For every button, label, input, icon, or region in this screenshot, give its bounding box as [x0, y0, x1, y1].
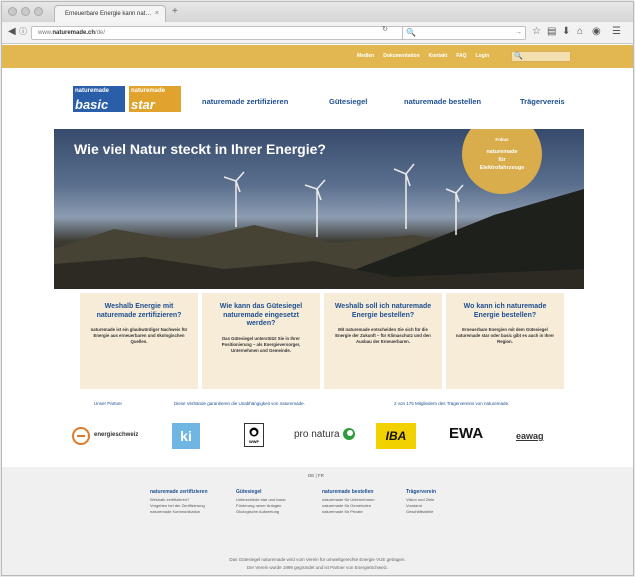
footer-column-guetesiegel: Gütesiegel Unterschiede star und basic F…	[236, 489, 316, 515]
site-search-input[interactable]: 🔍	[511, 51, 571, 62]
tab-strip: Erneuerbare Energie kann nat… × +	[2, 2, 633, 22]
nav-zertifizieren[interactable]: naturemade zertifizieren	[202, 97, 288, 106]
new-tab-button[interactable]: +	[172, 6, 178, 17]
tab-title: Erneuerbare Energie kann nat…	[65, 11, 152, 17]
minimize-window-icon[interactable]	[21, 7, 30, 16]
teaser-card-guetesiegel[interactable]: Wie kann das Gütesiegel naturemade einge…	[202, 293, 320, 389]
footer-column-bestellen: naturemade bestellen naturemade für Unte…	[322, 489, 402, 515]
search-bar[interactable]: 🔍 →	[402, 26, 526, 40]
footer-heading[interactable]: Trägerverein	[406, 489, 486, 495]
footer-heading[interactable]: naturemade bestellen	[322, 489, 402, 495]
nav-traegerverein[interactable]: Trägervereis	[520, 97, 565, 106]
download-icon[interactable]: ⬇	[562, 26, 570, 37]
focus-line-2: für	[498, 157, 506, 163]
partner-label: Unser Partner	[94, 401, 123, 406]
teaser-title: Wie kann das Gütesiegel naturemade einge…	[219, 303, 303, 327]
energieschweiz-text: energieschweiz	[94, 432, 139, 438]
link-dokumentation[interactable]: Dokumentation	[383, 53, 419, 59]
language-switcher[interactable]: DE | FR	[308, 473, 324, 478]
teaser-card-bestellen[interactable]: Weshalb soll ich naturemade Energie best…	[324, 293, 442, 389]
energieschweiz-mark-icon	[72, 427, 90, 445]
link-login[interactable]: Login	[476, 53, 490, 59]
back-icon[interactable]: ◀	[8, 27, 16, 37]
teaser-text: Mit naturemade entscheiden Sie sich für …	[335, 327, 431, 344]
teaser-card-zertifizieren[interactable]: Weshalb Energie mit naturemade zertifizi…	[80, 293, 198, 389]
footer-column-zertifizieren: naturemade zertifizieren Weshalb zertifi…	[150, 489, 230, 515]
focus-line-1: naturemade	[486, 149, 518, 155]
teaser-title: Weshalb Energie mit naturemade zertifizi…	[96, 303, 182, 319]
search-go-icon[interactable]: →	[515, 29, 522, 36]
link-kontakt[interactable]: Kontakt	[429, 53, 448, 59]
web-page: Medien Dokumentation Kontakt FAQ Login 🔍…	[2, 45, 633, 575]
bookmarks-icon[interactable]: ▤	[547, 26, 556, 37]
browser-window: Erneuerbare Energie kann nat… × + ◀ ⓘ ww…	[1, 1, 634, 576]
reload-icon[interactable]: ↻	[382, 25, 388, 33]
hero-title: Wie viel Natur steckt in Ihrer Energie?	[74, 141, 326, 157]
footer-column-traegerverein: Trägerverein Vision und Ziele Vorstand G…	[406, 489, 486, 515]
search-icon: 🔍	[514, 53, 523, 60]
top-utility-bar: Medien Dokumentation Kontakt FAQ Login 🔍	[2, 45, 633, 68]
pronatura-mark-icon	[343, 428, 355, 440]
nav-bestellen[interactable]: naturemade bestellen	[404, 97, 481, 106]
footer-note-1: Das Gütesiegel naturemade wird vom Verei…	[229, 557, 406, 562]
partner-logo-wwf[interactable]: WWF	[244, 423, 264, 447]
logo-star-small: naturemade	[131, 88, 166, 94]
nav-guetesiegel[interactable]: Gütesiegel	[329, 97, 367, 106]
focus-kicker: Fokus	[495, 137, 509, 142]
wwf-text: WWF	[249, 439, 259, 444]
partner-logo-iba[interactable]: IBA	[376, 423, 416, 449]
home-icon[interactable]: ⌂	[577, 26, 583, 37]
logo-basic-small: naturemade	[75, 88, 110, 94]
partner-logo-pronatura[interactable]: pro natura	[294, 428, 355, 440]
panda-icon	[249, 427, 259, 437]
teaser-text: naturemade ist ein glaubwürdiger Nachwei…	[90, 327, 188, 344]
footer-link[interactable]: Geschäftsstelle	[406, 509, 486, 515]
partner-logo-ki[interactable]: ki	[172, 423, 200, 449]
logo-basic-big: basic	[75, 97, 109, 112]
footer-heading[interactable]: Gütesiegel	[236, 489, 316, 495]
footer-heading[interactable]: naturemade zertifizieren	[150, 489, 230, 495]
partner-logo-energieschweiz[interactable]: energieschweiz	[72, 425, 144, 447]
link-medien[interactable]: Medien	[357, 53, 374, 59]
sync-icon[interactable]: ◉	[592, 26, 601, 37]
url-prefix: www.	[38, 30, 53, 36]
logo-star[interactable]: naturemade star	[128, 85, 182, 113]
pronatura-text: pro natura	[294, 429, 340, 440]
logo-basic[interactable]: naturemade basic	[72, 85, 126, 113]
utility-links: Medien Dokumentation Kontakt FAQ Login	[357, 53, 489, 59]
star-bookmark-icon[interactable]: ☆	[532, 26, 541, 37]
site-footer: DE | FR naturemade zertifizieren Weshalb…	[2, 467, 633, 575]
hero-banner: Wie viel Natur steckt in Ihrer Energie? …	[54, 129, 584, 289]
zoom-window-icon[interactable]	[34, 7, 43, 16]
navigation-bar: ◀ ⓘ www.naturemade.ch/de/ ↻ 🔍 → ☆ ▤ ⬇ ⌂ …	[2, 22, 633, 44]
teaser-title: Wo kann ich naturemade Energie bestellen…	[463, 303, 547, 319]
url-path: /de/	[95, 30, 106, 36]
teaser-text: Erneuerbare Energien mit dem Gütesiegel …	[455, 327, 555, 344]
members-label: 2 von 175 Mitgliedern des Trägervereins …	[394, 401, 510, 406]
logo-star-big: star	[131, 97, 155, 112]
footer-link[interactable]: naturemade für Private	[322, 509, 402, 515]
footer-note-2: Der Verein wurde 1999 gegründet und ist …	[246, 565, 389, 570]
partner-logo-ewa[interactable]: EWA	[449, 425, 483, 442]
close-window-icon[interactable]	[8, 7, 17, 16]
search-icon: 🔍	[406, 28, 416, 37]
browser-tab[interactable]: Erneuerbare Energie kann nat… ×	[54, 5, 166, 22]
footer-link[interactable]: naturemade Kommunikation	[150, 509, 230, 515]
teaser-title: Weshalb soll ich naturemade Energie best…	[334, 303, 432, 319]
close-icon[interactable]: ×	[155, 10, 159, 17]
teaser-text: Das Gütesiegel unterstützt Sie in Ihrer …	[221, 335, 301, 353]
info-icon[interactable]: ⓘ	[19, 27, 27, 37]
menu-icon[interactable]: ☰	[612, 26, 621, 37]
partner-logo-eawag[interactable]: eawag	[516, 431, 544, 441]
teaser-card-region[interactable]: Wo kann ich naturemade Energie bestellen…	[446, 293, 564, 389]
url-bar[interactable]: www.naturemade.ch/de/	[31, 26, 423, 40]
focus-line-3: Elektrofahrzeuge	[479, 165, 525, 171]
associations-label: Diese Verbände garantieren die Unabhängi…	[174, 401, 305, 406]
footer-link[interactable]: Ökologische Aufwertung	[236, 509, 316, 515]
url-host: naturemade.ch	[52, 30, 96, 36]
link-faq[interactable]: FAQ	[456, 53, 466, 59]
